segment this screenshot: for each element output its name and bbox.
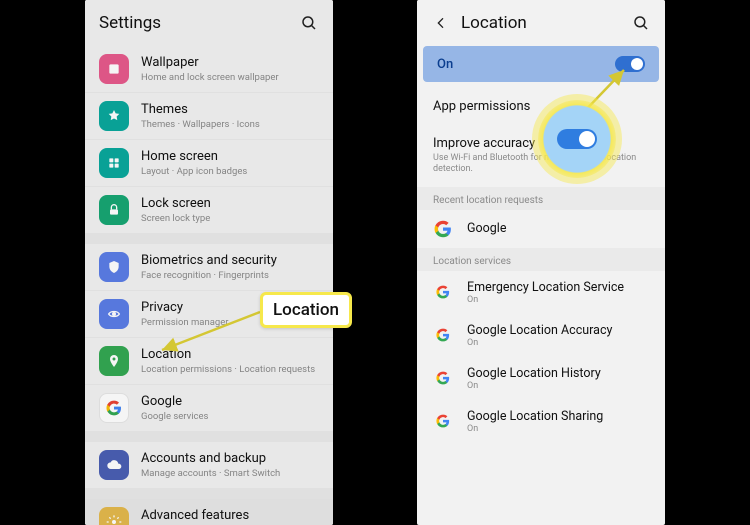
phone-settings: Settings WallpaperHome and lock screen w… [85, 0, 333, 525]
page-title: Location [461, 13, 631, 33]
page-title: Settings [99, 13, 299, 33]
toggle-switch-icon[interactable] [615, 56, 645, 72]
row-label: Google [141, 394, 319, 410]
google-icon [433, 282, 453, 302]
toggle-switch-icon [557, 129, 597, 149]
settings-row-home[interactable]: Home screenLayout · App icon badges [85, 140, 333, 187]
row-label: Themes [141, 102, 319, 118]
shield-icon [99, 252, 129, 282]
row-sub: Themes · Wallpapers · Icons [141, 119, 319, 130]
row-sub: Google services [141, 411, 319, 422]
settings-row-location[interactable]: LocationLocation permissions · Location … [85, 338, 333, 385]
row-label: Advanced features [141, 508, 319, 524]
row-label: Wallpaper [141, 55, 319, 71]
row-sub: Screen lock type [141, 213, 319, 224]
row-label: Biometrics and security [141, 253, 319, 269]
row-sub: Use Wi-Fi and Bluetooth for more accurat… [433, 153, 649, 176]
google-icon [99, 393, 129, 423]
themes-icon [99, 101, 129, 131]
google-icon [433, 325, 453, 345]
row-sub: Location permissions · Location requests [141, 364, 319, 375]
google-icon [433, 368, 453, 388]
row-app-permissions[interactable]: App permissions [417, 88, 665, 125]
row-sub: On [467, 338, 612, 348]
on-label: On [437, 57, 453, 72]
section-header-recent: Recent location requests [417, 187, 665, 210]
row-sub: Manage accounts · Smart Switch [141, 468, 319, 479]
service-row-sharing[interactable]: Google Location SharingOn [417, 400, 665, 443]
callout-location-label: Location [260, 292, 352, 328]
row-sub: Face recognition · Fingerprints [141, 270, 319, 281]
row-label: Google Location Sharing [467, 409, 603, 424]
row-label: Emergency Location Service [467, 280, 624, 295]
search-icon[interactable] [631, 13, 651, 33]
settings-row-advanced[interactable]: Advanced featuresAndroid Auto · Side key [85, 499, 333, 525]
settings-row-biometrics[interactable]: Biometrics and securityFace recognition … [85, 244, 333, 291]
row-sub: Home and lock screen wallpaper [141, 72, 319, 83]
section-header-services: Location services [417, 248, 665, 271]
row-label: Accounts and backup [141, 451, 319, 467]
callout-toggle-highlight [538, 100, 616, 178]
google-icon [433, 411, 453, 431]
service-row-els[interactable]: Emergency Location ServiceOn [417, 271, 665, 314]
row-label: App permissions [433, 99, 649, 114]
back-icon[interactable] [431, 15, 451, 31]
header: Location [417, 0, 665, 46]
row-sub: On [467, 381, 601, 391]
row-label: Google Location History [467, 366, 601, 381]
settings-row-lockscreen[interactable]: Lock screenScreen lock type [85, 187, 333, 234]
row-label: Lock screen [141, 196, 319, 212]
row-sub: On [467, 424, 603, 434]
settings-row-google[interactable]: GoogleGoogle services [85, 385, 333, 432]
settings-row-themes[interactable]: ThemesThemes · Wallpapers · Icons [85, 93, 333, 140]
settings-row-accounts[interactable]: Accounts and backupManage accounts · Sma… [85, 442, 333, 489]
row-label: Google [467, 221, 506, 236]
phone-location: Location On App permissions Improve accu… [417, 0, 665, 525]
settings-row-wallpaper[interactable]: WallpaperHome and lock screen wallpaper [85, 46, 333, 93]
location-pin-icon [99, 346, 129, 376]
privacy-icon [99, 299, 129, 329]
advanced-icon [99, 507, 129, 525]
row-sub: Layout · App icon badges [141, 166, 319, 177]
recent-request-google[interactable]: Google [417, 210, 665, 248]
google-icon [433, 219, 453, 239]
search-icon[interactable] [299, 13, 319, 33]
home-screen-icon [99, 148, 129, 178]
row-label: Google Location Accuracy [467, 323, 612, 338]
row-sub: On [467, 295, 624, 305]
cloud-sync-icon [99, 450, 129, 480]
location-master-toggle-row[interactable]: On [423, 46, 659, 82]
row-label: Home screen [141, 149, 319, 165]
service-row-accuracy[interactable]: Google Location AccuracyOn [417, 314, 665, 357]
wallpaper-icon [99, 54, 129, 84]
row-label: Location [141, 347, 319, 363]
service-row-history[interactable]: Google Location HistoryOn [417, 357, 665, 400]
lock-icon [99, 195, 129, 225]
header: Settings [85, 0, 333, 46]
